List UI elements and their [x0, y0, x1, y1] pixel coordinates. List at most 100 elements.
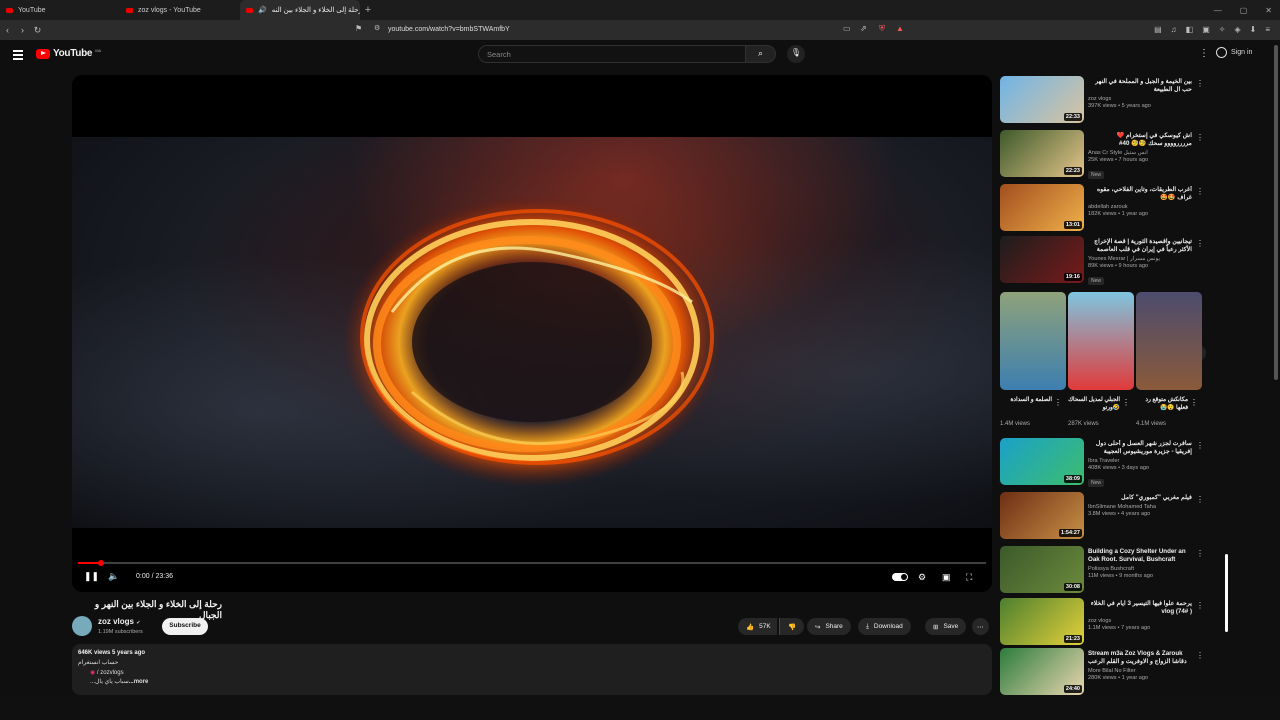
- rewards-icon[interactable]: ▲: [896, 24, 904, 33]
- recommended-video[interactable]: 13:01 أغرب الطريقات، وتاين الفلاحي، مقوه…: [1000, 184, 1205, 234]
- instagram-link[interactable]: ◉ / zozvlogs: [90, 669, 986, 676]
- duration-badge: 22:23: [1063, 167, 1082, 175]
- channel-avatar[interactable]: [72, 616, 92, 636]
- video-menu-icon[interactable]: ⋮: [1196, 549, 1204, 558]
- subscribe-button[interactable]: Subscribe: [162, 618, 208, 635]
- short-menu-icon[interactable]: ⋮: [1054, 398, 1062, 407]
- channel-name[interactable]: zoz vlogs ✔: [98, 617, 140, 626]
- sidebar-icon[interactable]: ▤: [1154, 25, 1162, 34]
- recommended-video[interactable]: 22:23 اش كيوسكي في إستخرام ❤️ مرررروووو …: [1000, 130, 1205, 180]
- video-thumbnail[interactable]: 1:54:27: [1000, 492, 1084, 539]
- short-menu-icon[interactable]: ⋮: [1122, 398, 1130, 407]
- video-menu-icon[interactable]: ⋮: [1196, 187, 1204, 196]
- video-menu-icon[interactable]: ⋮: [1196, 495, 1204, 504]
- browser-tab-youtube[interactable]: YouTube: [0, 0, 120, 20]
- share-button[interactable]: ↪ Share: [807, 618, 851, 635]
- description-box[interactable]: 646K views 5 years ago حساب انستغرام ◉ /…: [72, 644, 992, 695]
- hamburger-menu-icon[interactable]: [13, 50, 23, 62]
- video-thumbnail[interactable]: 13:01: [1000, 184, 1084, 231]
- video-thumbnail[interactable]: 24:40: [1000, 648, 1084, 695]
- voice-search-button[interactable]: 🎙: [787, 45, 805, 63]
- reload-icon[interactable]: ↻: [30, 25, 45, 36]
- video-menu-icon[interactable]: ⋮: [1196, 441, 1204, 450]
- minimize-icon[interactable]: —: [1214, 6, 1222, 15]
- video-menu-icon[interactable]: ⋮: [1196, 651, 1204, 660]
- short-title: مكانكش متوقع رد فعلها 😯😭: [1145, 397, 1188, 411]
- close-window-icon[interactable]: ✕: [1265, 6, 1272, 15]
- short-menu-icon[interactable]: ⋮: [1190, 398, 1198, 407]
- short-thumbnail[interactable]: [1068, 292, 1134, 390]
- autoplay-toggle[interactable]: [892, 573, 908, 581]
- more-actions-button[interactable]: ⋯: [972, 618, 989, 635]
- views-and-age: 11M views • 9 months ago: [1088, 573, 1153, 579]
- pause-icon[interactable]: ❚❚: [84, 571, 99, 582]
- progress-scrubber[interactable]: [97, 560, 104, 566]
- miniplayer-icon[interactable]: ▣: [942, 572, 951, 583]
- video-thumbnail[interactable]: 38:09: [1000, 438, 1084, 485]
- youtube-favicon-icon: [6, 7, 13, 13]
- video-thumbnail[interactable]: 19:16: [1000, 236, 1084, 283]
- recommended-video[interactable]: 30:08 Building a Cozy Shelter Under an O…: [1000, 546, 1205, 596]
- browser-tab-current-video[interactable]: 🔊رحلة إلى الخلاء و الجلاء بين النه✕: [240, 0, 360, 20]
- search-input[interactable]: Search: [478, 45, 746, 63]
- video-thumbnail[interactable]: 22:23: [1000, 130, 1084, 177]
- video-thumbnail[interactable]: 30:08: [1000, 546, 1084, 593]
- save-button[interactable]: ⊞ Save: [925, 618, 967, 635]
- dislike-button[interactable]: 👎: [779, 618, 805, 635]
- video-player[interactable]: ❚❚ 🔈 0:00 / 23:36 ⚙ ▣ ⛶: [72, 75, 992, 592]
- leo-icon[interactable]: ✧: [1219, 25, 1226, 34]
- video-menu-icon[interactable]: ⋮: [1196, 601, 1204, 610]
- new-tab-button[interactable]: +: [360, 4, 376, 16]
- volume-icon[interactable]: 🔈: [108, 571, 119, 582]
- address-bar[interactable]: youtube.com/watch?v=bmbSTWAmfbY: [388, 26, 510, 33]
- search-button[interactable]: ⌕: [746, 45, 776, 63]
- recommended-video[interactable]: 38:09 سافرت لجزر شهر العسل و أحلى دول إف…: [1000, 438, 1205, 488]
- forward-icon[interactable]: ›: [15, 25, 30, 35]
- maximize-icon[interactable]: ▢: [1240, 6, 1248, 15]
- speaker-icon: 🔊: [258, 7, 267, 14]
- recommended-video[interactable]: 21:23 يرحمة علوا فيها التيسير 3 ايام في …: [1000, 598, 1205, 648]
- cast-icon[interactable]: ▭: [843, 24, 851, 33]
- video-title: Stream m3a Zoz Vlogs & Zarouk دقاشا الزو…: [1088, 650, 1187, 665]
- short-thumbnail[interactable]: [1000, 292, 1066, 390]
- video-menu-icon[interactable]: ⋮: [1196, 239, 1204, 248]
- recommended-video[interactable]: 24:40 Stream m3a Zoz Vlogs & Zarouk دقاش…: [1000, 648, 1205, 698]
- browser-menu-icon[interactable]: ≡: [1265, 25, 1270, 34]
- settings-menu-icon[interactable]: ⋮: [1199, 48, 1209, 59]
- recommended-video[interactable]: 19:16 تيجانيين واقصيدة الثورية | قصة الإ…: [1000, 236, 1205, 286]
- short-thumbnail[interactable]: [1136, 292, 1202, 390]
- recommended-video[interactable]: 1:54:27 فيلم مغربي "كمبوري" كامل IbnSlim…: [1000, 492, 1205, 542]
- video-menu-icon[interactable]: ⋮: [1196, 133, 1204, 142]
- vpn-icon[interactable]: ◈: [1234, 25, 1240, 34]
- download-button[interactable]: ⤓ Download: [858, 618, 911, 635]
- progress-bar[interactable]: [78, 560, 986, 566]
- settings-gear-icon[interactable]: ⚙: [918, 572, 926, 583]
- download-manager-icon[interactable]: ⬇: [1250, 25, 1257, 34]
- site-info-icon[interactable]: ⚙: [374, 24, 380, 32]
- recommended-video[interactable]: 22:33 بين الخيمة و الجبل و المملحة في ال…: [1000, 76, 1205, 126]
- video-thumbnail[interactable]: 22:33: [1000, 76, 1084, 123]
- fullscreen-icon[interactable]: ⛶: [966, 572, 972, 583]
- video-thumbnail[interactable]: 21:23: [1000, 598, 1084, 645]
- shield-icon[interactable]: ⛨: [879, 24, 885, 34]
- scrollbar[interactable]: [1274, 45, 1278, 380]
- sign-in-button[interactable]: Sign in: [1216, 47, 1252, 58]
- like-button[interactable]: 👍 57K: [738, 618, 777, 635]
- new-badge: New: [1088, 171, 1105, 179]
- share-page-icon[interactable]: ⇗: [860, 24, 867, 33]
- music-icon[interactable]: ♫: [1171, 25, 1177, 34]
- show-more-link[interactable]: ...more: [129, 679, 149, 685]
- youtube-play-logo-icon: [36, 48, 50, 59]
- video-menu-icon[interactable]: ⋮: [1196, 79, 1204, 88]
- channel-name: zoz vlogs: [1088, 96, 1112, 102]
- wallet-icon[interactable]: ▣: [1202, 25, 1210, 34]
- back-icon[interactable]: ‹: [0, 25, 15, 35]
- bookmark-icon[interactable]: ⚑: [355, 24, 362, 33]
- save-label: Save: [943, 623, 959, 630]
- tab-label: YouTube: [18, 6, 46, 14]
- browser-tab-zoz-vlogs[interactable]: zoz vlogs - YouTube: [120, 0, 240, 20]
- reading-list-icon[interactable]: ◧: [1186, 25, 1194, 34]
- microphone-icon: 🎙: [790, 48, 802, 57]
- window-controls: — ▢ ✕: [1214, 0, 1272, 20]
- youtube-logo[interactable]: YouTube MA: [36, 48, 101, 59]
